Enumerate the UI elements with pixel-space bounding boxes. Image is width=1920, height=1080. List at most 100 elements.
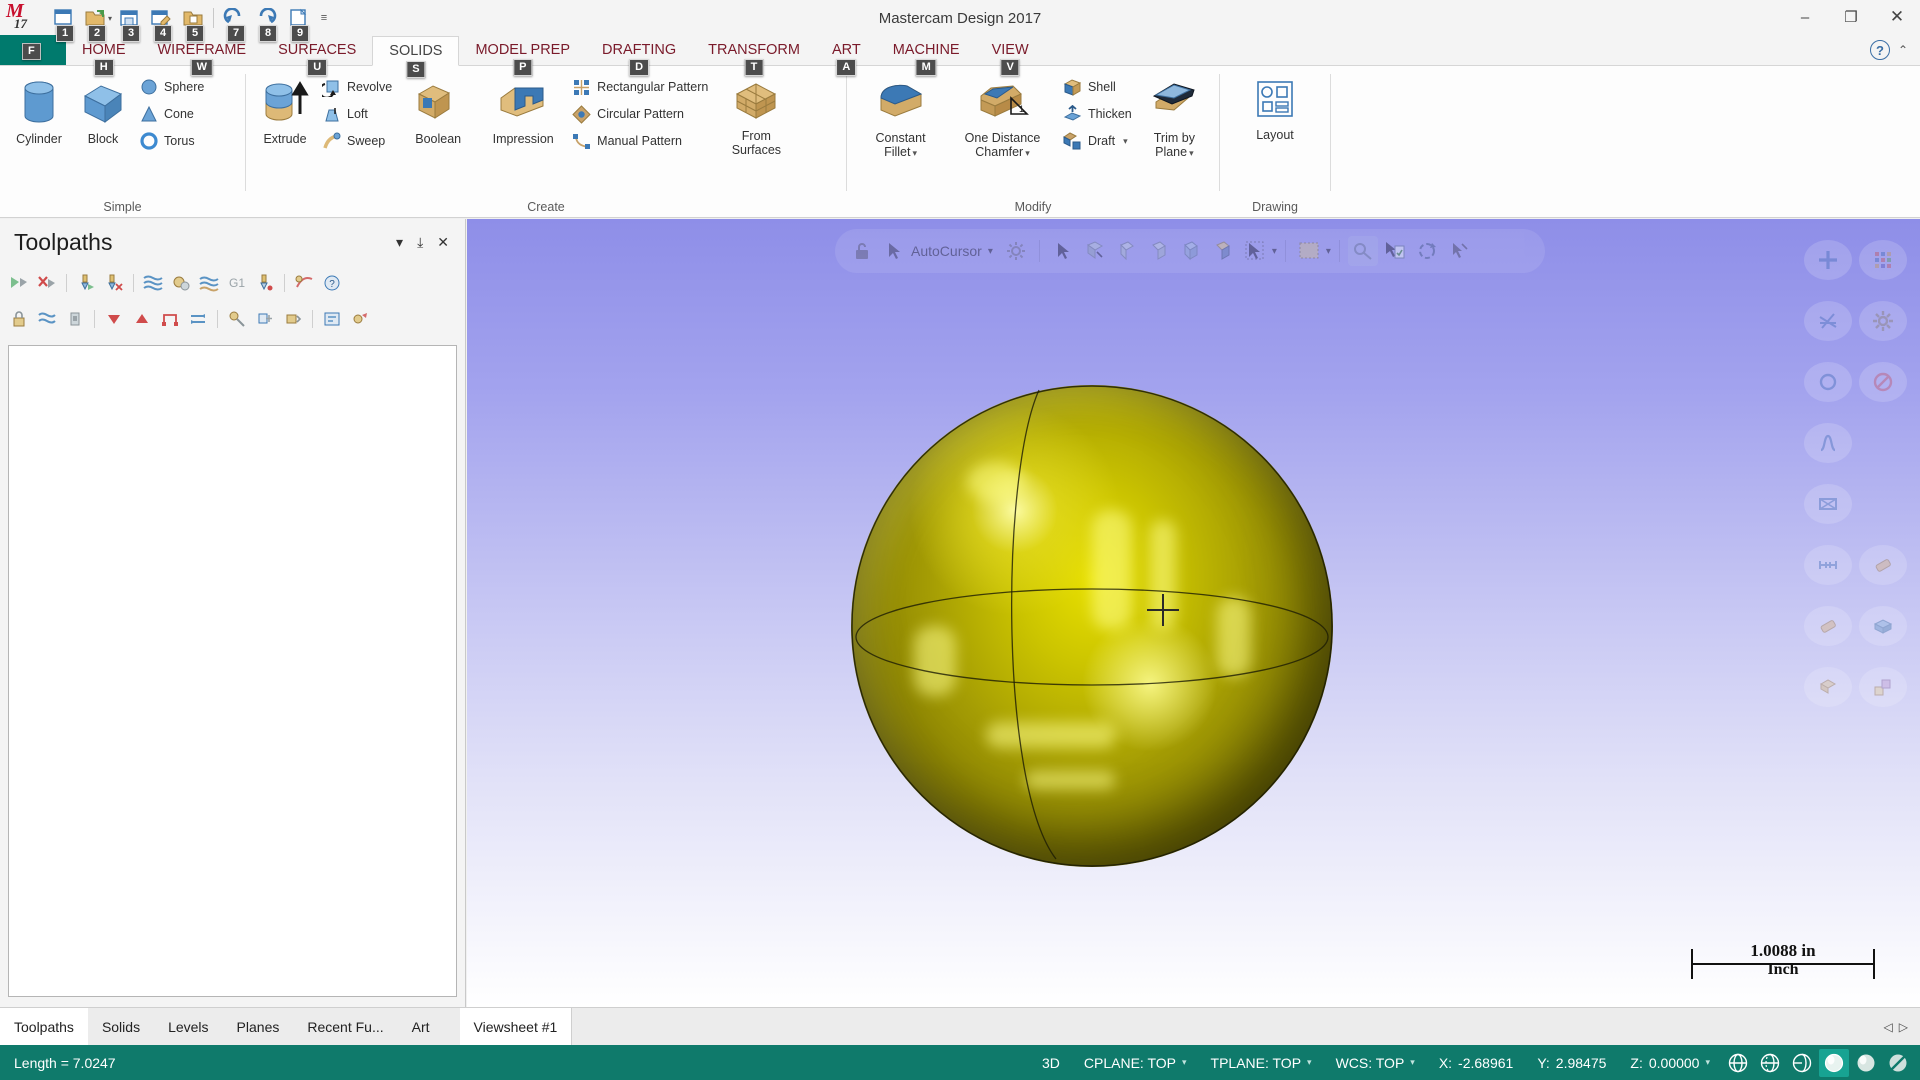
verify-selection-icon[interactable] [1380,236,1410,266]
bottom-tab-levels[interactable]: Levels [154,1008,222,1045]
select-solid-body-icon[interactable] [1176,236,1206,266]
new-group-icon[interactable] [252,306,278,332]
ribbon-tab-drafting[interactable]: DRAFTING D [586,35,692,76]
top-view-icon[interactable] [1855,534,1910,595]
cylinder-button[interactable]: Cylinder [8,72,70,168]
help-icon[interactable]: ? [319,270,345,296]
loft-button[interactable]: Loft [318,103,396,125]
open-file-button[interactable]: 2 [80,3,110,42]
wcs-dropdown-icon[interactable]: ▾ [1410,1057,1415,1068]
rectangular-pattern-button[interactable]: Rectangular Pattern [568,76,712,98]
wcs-selector[interactable]: WCS: TOP ▾ [1324,1055,1427,1071]
undo-button[interactable]: 7 [219,3,249,42]
constant-fillet-button[interactable]: Constant Fillet ▾ [855,72,946,168]
sphere-button[interactable]: Sphere [136,76,208,98]
zoom-window-icon[interactable] [1855,229,1910,290]
sphere-solid[interactable] [851,385,1333,867]
tplane-dropdown-icon[interactable]: ▾ [1307,1057,1312,1068]
panel-close-button[interactable]: ✕ [437,234,449,251]
move-down-icon[interactable] [101,306,127,332]
extrude-button[interactable]: Extrude [254,72,316,168]
hidden-lines-removed-icon[interactable] [1787,1049,1817,1077]
graphics-viewport[interactable]: AutoCursor ▾ ▾ ▾ 1.0088 in Inch [467,219,1920,1007]
select-all-operations-icon[interactable] [6,270,32,296]
collapse-ribbon-icon[interactable]: ⌃ [1898,43,1908,57]
one-distance-chamfer-button[interactable]: 1 Constant One Distance Chamfer▾ [948,72,1057,168]
quick-access-overflow-button[interactable]: ≡ [315,3,333,33]
save-file-button[interactable]: 3 [114,3,144,42]
dynamic-rotate-icon[interactable] [1800,412,1855,473]
zoom-target-icon[interactable] [1800,290,1855,351]
select-vector-icon[interactable] [1080,236,1110,266]
draft-button[interactable]: Draft ▾ [1059,130,1136,152]
fit-view-icon[interactable] [1800,229,1855,290]
clear-selection-icon[interactable] [1444,236,1474,266]
bottom-tab-art[interactable]: Art [398,1008,444,1045]
view-settings-icon[interactable] [1855,290,1910,351]
layout-button[interactable]: Layout [1232,72,1318,168]
minimize-button[interactable]: – [1782,0,1828,34]
no-entry-icon[interactable] [1855,351,1910,412]
ribbon-tab-surfaces[interactable]: SURFACES U [262,35,372,76]
draft-dropdown-icon[interactable]: ▾ [1123,136,1128,147]
post-selected-icon[interactable] [252,270,278,296]
g1-backplot-icon[interactable]: G1 [224,270,250,296]
renumber-icon[interactable] [319,306,345,332]
trim-by-plane-dropdown-icon[interactable]: ▾ [1189,148,1194,158]
unselect-all-operations-icon[interactable] [34,270,60,296]
revolve-button[interactable]: Revolve [318,76,396,98]
autocursor-pointer-icon[interactable] [879,236,909,266]
z-dropdown-icon[interactable]: ▾ [1705,1057,1710,1068]
print-button[interactable]: 9 [283,3,313,42]
restore-view-icon[interactable] [1412,236,1442,266]
ribbon-tab-machine[interactable]: MACHINE M [877,35,976,76]
thicken-button[interactable]: Thicken [1059,103,1136,125]
save-as-file-button[interactable]: 4 [146,3,176,42]
right-view-icon[interactable] [1800,595,1855,656]
regenerate-dirty-icon[interactable] [101,270,127,296]
select-all-entities-icon[interactable] [1240,236,1270,266]
ribbon-tab-art[interactable]: ART A [816,35,877,76]
toggle-posting-icon[interactable] [34,306,60,332]
isometric-view-icon[interactable] [1800,473,1855,534]
analyze-icon[interactable] [1347,236,1378,266]
redo-button[interactable]: 8 [251,3,281,42]
front-view-icon[interactable] [1800,534,1855,595]
toolpaths-operations-list[interactable] [8,345,457,997]
impression-button[interactable]: Impression [480,72,566,168]
constant-fillet-dropdown-icon[interactable]: ▾ [912,148,917,158]
shell-button[interactable]: Shell [1059,76,1136,98]
autocursor-lock-icon[interactable] [847,236,877,266]
hidden-lines-dashed-icon[interactable] [1755,1049,1785,1077]
ribbon-tab-transform[interactable]: TRANSFORM T [692,35,816,76]
add-viewsheet-button[interactable] [571,1008,592,1045]
tplane-selector[interactable]: TPLANE: TOP ▾ [1199,1055,1324,1071]
from-surfaces-button[interactable]: From Surfaces [714,72,798,168]
panel-pin-button[interactable]: ⤓ [417,234,423,251]
panel-menu-button[interactable]: ▾ [396,234,403,251]
circular-pattern-button[interactable]: Circular Pattern [568,103,712,125]
bottom-tab-recent-fu[interactable]: Recent Fu... [293,1008,397,1045]
toolpath-settings-icon[interactable] [347,306,373,332]
edit-common-parameters-icon[interactable] [224,306,250,332]
simulate-toolpath-icon[interactable] [140,270,166,296]
view-mode-toggle[interactable]: 3D [1030,1055,1072,1071]
block-button[interactable]: Block [72,72,134,168]
ribbon-tab-solids[interactable]: SOLIDS S [372,36,460,78]
unzoom-icon[interactable] [1800,351,1855,412]
shaded-with-edges-icon[interactable] [1819,1048,1849,1077]
trim-by-plane-button[interactable]: Trim by Plane ▾ [1138,72,1211,168]
window-select-dropdown-icon[interactable]: ▾ [1326,246,1331,257]
regenerate-selected-icon[interactable] [73,270,99,296]
move-up-icon[interactable] [129,306,155,332]
new-file-button[interactable]: 1 [48,3,78,42]
simulate-associated-icon[interactable] [196,270,222,296]
new-subprogram-icon[interactable] [280,306,306,332]
cplane-selector[interactable]: CPLANE: TOP ▾ [1072,1055,1199,1071]
viewsheet-prev-button[interactable]: ◁ [1884,1020,1893,1034]
viewsheet-next-button[interactable]: ▷ [1899,1020,1908,1034]
select-pointer-icon[interactable] [1048,236,1078,266]
shade-toggle-icon[interactable] [1855,595,1910,656]
verify-selected-icon[interactable] [168,270,194,296]
bottom-tab-planes[interactable]: Planes [223,1008,294,1045]
